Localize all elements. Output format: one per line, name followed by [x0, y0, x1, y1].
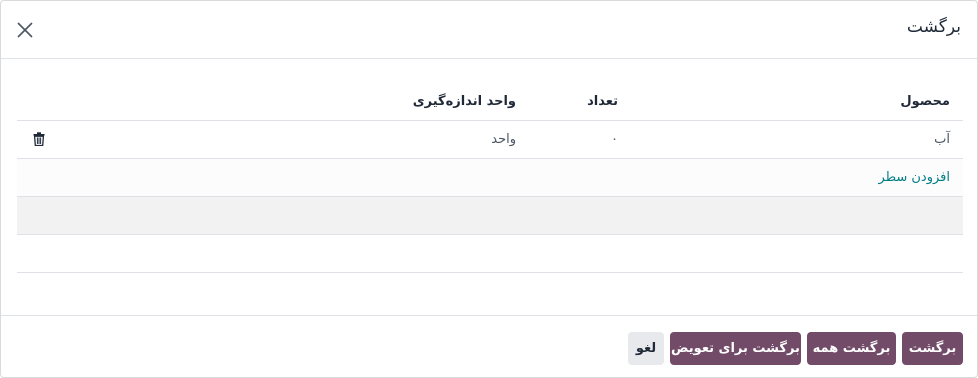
add-line-link[interactable]: افزودن سطر: [879, 170, 950, 185]
cancel-button[interactable]: لغو: [628, 332, 664, 365]
column-header-product[interactable]: محصول: [900, 94, 950, 109]
quantity-cell[interactable]: ۰: [611, 132, 618, 147]
close-icon[interactable]: [15, 20, 35, 40]
column-header-uom[interactable]: واحد اندازه‌گیری: [413, 94, 516, 109]
table-row[interactable]: آب ۰ واحد: [17, 121, 963, 159]
dialog-footer: برگشت برگشت همه برگشت برای تعویض لغو: [1, 315, 977, 378]
empty-row: [17, 197, 963, 235]
return-dialog: برگشت محصول تعداد واحد اندازه‌گیری آب ۰ …: [0, 0, 978, 378]
column-header-quantity[interactable]: تعداد: [587, 94, 618, 109]
uom-cell[interactable]: واحد: [491, 132, 516, 147]
add-line-row: افزودن سطر: [17, 159, 963, 197]
return-lines-table: محصول تعداد واحد اندازه‌گیری آب ۰ واحد ا…: [17, 83, 963, 273]
product-cell[interactable]: آب: [934, 132, 950, 147]
table-header-row: محصول تعداد واحد اندازه‌گیری: [17, 83, 963, 121]
return-all-button[interactable]: برگشت همه: [807, 332, 896, 365]
empty-row: [17, 235, 963, 273]
trash-icon[interactable]: [33, 132, 45, 147]
dialog-header: برگشت: [1, 1, 977, 59]
return-for-exchange-button[interactable]: برگشت برای تعویض: [670, 332, 801, 365]
return-button[interactable]: برگشت: [902, 332, 963, 365]
dialog-title: برگشت: [906, 17, 961, 37]
